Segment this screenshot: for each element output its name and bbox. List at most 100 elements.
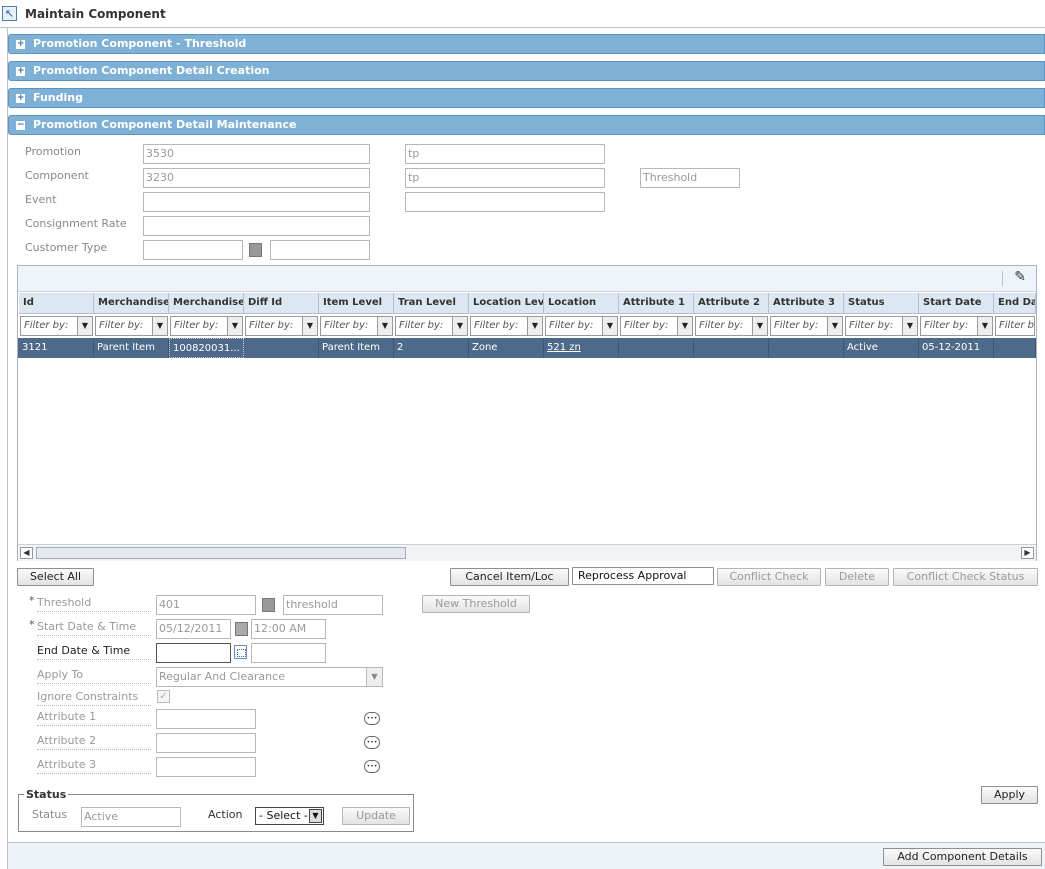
chevron-down-icon[interactable]: ▼	[452, 317, 467, 335]
location-link[interactable]: 521 zn	[544, 338, 619, 358]
table-cell	[994, 338, 1036, 358]
comment-icon[interactable]: •••	[364, 736, 380, 749]
column-header[interactable]: Id	[19, 293, 94, 314]
event-desc-field	[405, 192, 605, 212]
column-filter[interactable]: Filter b	[995, 316, 1035, 336]
chevron-down-icon[interactable]: ▼	[309, 809, 322, 823]
column-header[interactable]: Attribute 3	[769, 293, 844, 314]
column-header[interactable]: End Dat	[994, 293, 1036, 314]
start-date-field[interactable]: 05/12/2011	[156, 619, 231, 639]
comment-icon[interactable]: •••	[364, 760, 380, 773]
customer-type-field	[143, 240, 243, 260]
chevron-down-icon[interactable]: ▼	[366, 668, 382, 686]
section-detail-maintenance[interactable]: − Promotion Component Detail Maintenance	[8, 115, 1045, 135]
threshold-field[interactable]: 401	[156, 595, 256, 615]
comment-icon[interactable]: •••	[364, 712, 380, 725]
conflict-check-button[interactable]: Conflict Check	[717, 568, 821, 586]
scroll-thumb[interactable]	[36, 547, 406, 559]
filter-placeholder: Filter by:	[324, 320, 369, 331]
column-filter[interactable]: Filter by: ▼	[320, 316, 393, 336]
scroll-right-icon[interactable]: ▶	[1021, 547, 1034, 559]
filter-placeholder: Filter by:	[99, 320, 144, 331]
ignore-constraints-checkbox[interactable]: ✓	[157, 690, 170, 703]
column-header[interactable]: Status	[844, 293, 919, 314]
action-select-value: - Select -	[259, 809, 308, 822]
column-filter[interactable]: Filter by: ▼	[395, 316, 468, 336]
conflict-check-status-button[interactable]: Conflict Check Status	[893, 568, 1038, 586]
filter-placeholder: Filter by:	[174, 320, 219, 331]
column-header[interactable]: Attribute 1	[619, 293, 694, 314]
chevron-down-icon[interactable]: ▼	[752, 317, 767, 335]
expand-icon[interactable]: +	[16, 67, 25, 76]
column-header[interactable]: Diff Id	[244, 293, 319, 314]
update-button[interactable]: Update	[342, 807, 410, 825]
back-arrow-icon[interactable]: ↖	[2, 6, 17, 21]
column-filter[interactable]: Filter by: ▼	[920, 316, 993, 336]
column-header[interactable]: Tran Level	[394, 293, 469, 314]
cancel-item-loc-button[interactable]: Cancel Item/Loc	[450, 568, 569, 586]
table-cell: 2	[394, 338, 469, 358]
chevron-down-icon[interactable]: ▼	[902, 317, 917, 335]
delete-button[interactable]: Delete	[825, 568, 889, 586]
column-filter[interactable]: Filter by: ▼	[20, 316, 93, 336]
attribute-1-field[interactable]	[156, 709, 256, 729]
column-header[interactable]: Attribute 2	[694, 293, 769, 314]
scroll-left-icon[interactable]: ◀	[20, 547, 33, 559]
attribute-2-label: Attribute 2	[37, 734, 151, 750]
start-time-field[interactable]: 12:00 AM	[251, 619, 326, 639]
column-header[interactable]: Item Level	[319, 293, 394, 314]
column-filter[interactable]: Filter by: ▼	[545, 316, 618, 336]
section-funding[interactable]: + Funding	[8, 88, 1045, 108]
column-filter[interactable]: Filter by: ▼	[695, 316, 768, 336]
column-filter[interactable]: Filter by: ▼	[95, 316, 168, 336]
column-filter[interactable]: Filter by: ▼	[245, 316, 318, 336]
column-filter[interactable]: Filter by: ▼	[170, 316, 243, 336]
chevron-down-icon[interactable]: ▼	[602, 317, 617, 335]
chevron-down-icon[interactable]: ▼	[77, 317, 92, 335]
new-threshold-button[interactable]: New Threshold	[422, 595, 530, 613]
chevron-down-icon[interactable]: ▼	[677, 317, 692, 335]
column-filter[interactable]: Filter by: ▼	[620, 316, 693, 336]
edit-pencil-icon[interactable]: ✎	[1014, 269, 1026, 285]
expand-icon[interactable]: +	[16, 94, 25, 103]
threshold-label: Threshold	[37, 596, 151, 612]
column-header[interactable]: Start Date	[919, 293, 994, 314]
column-filter[interactable]: Filter by: ▼	[845, 316, 918, 336]
section-detail-creation[interactable]: + Promotion Component Detail Creation	[8, 61, 1045, 81]
chevron-down-icon[interactable]: ▼	[527, 317, 542, 335]
column-header[interactable]: Merchandise I	[169, 293, 244, 314]
chevron-down-icon[interactable]: ▼	[977, 317, 992, 335]
column-filter[interactable]: Filter by: ▼	[470, 316, 543, 336]
add-component-details-button[interactable]: Add Component Details	[883, 848, 1042, 866]
horizontal-scrollbar[interactable]: ◀ ▶	[18, 544, 1036, 561]
reprocess-approval-button[interactable]: Reprocess Approval	[572, 567, 714, 585]
apply-to-value: Regular And Clearance	[159, 670, 285, 683]
chevron-down-icon[interactable]: ▼	[152, 317, 167, 335]
filter-placeholder: Filter by:	[399, 320, 444, 331]
column-header[interactable]: Location Leve	[469, 293, 544, 314]
attribute-3-field[interactable]	[156, 757, 256, 777]
chevron-down-icon[interactable]: ▼	[302, 317, 317, 335]
column-header[interactable]: Location	[544, 293, 619, 314]
end-date-field[interactable]	[156, 643, 231, 663]
start-date-label: Start Date & Time	[37, 620, 151, 636]
section-threshold[interactable]: + Promotion Component - Threshold	[8, 34, 1045, 54]
chevron-down-icon[interactable]: ▼	[227, 317, 242, 335]
lov-icon[interactable]	[262, 598, 275, 612]
expand-icon[interactable]: +	[16, 40, 25, 49]
column-header[interactable]: Merchandise L	[94, 293, 169, 314]
apply-to-select[interactable]: Regular And Clearance ▼	[156, 667, 383, 687]
lov-icon[interactable]	[249, 243, 262, 257]
chevron-down-icon[interactable]: ▼	[827, 317, 842, 335]
end-time-field[interactable]	[251, 643, 326, 663]
calendar-icon[interactable]	[234, 645, 247, 659]
action-select[interactable]: - Select - ▼	[255, 807, 324, 825]
apply-button[interactable]: Apply	[981, 786, 1038, 804]
attribute-2-field[interactable]	[156, 733, 256, 753]
collapse-icon[interactable]: −	[16, 121, 25, 130]
calendar-icon[interactable]	[235, 622, 248, 636]
select-all-button[interactable]: Select All	[17, 568, 94, 586]
attribute-3-label: Attribute 3	[37, 758, 151, 774]
chevron-down-icon[interactable]: ▼	[377, 317, 392, 335]
column-filter[interactable]: Filter by: ▼	[770, 316, 843, 336]
